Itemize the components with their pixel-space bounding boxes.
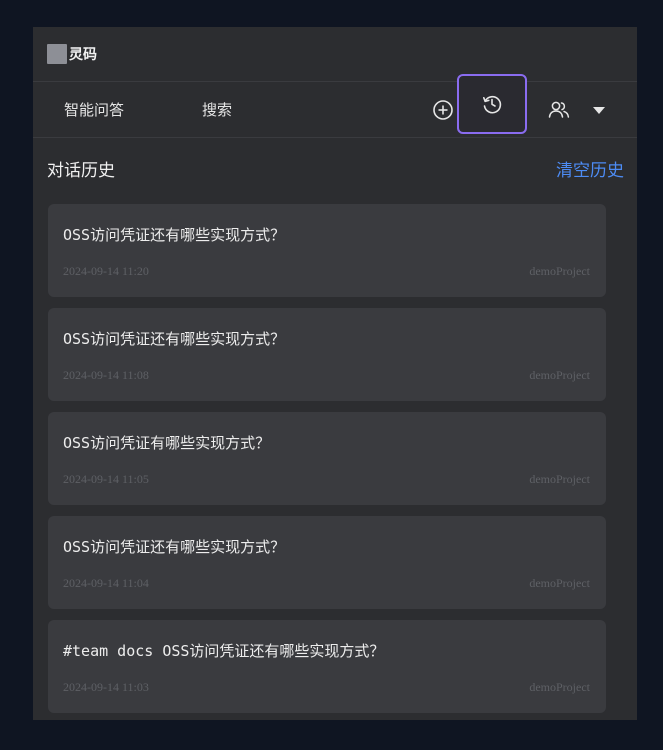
clear-history-link[interactable]: 清空历史 xyxy=(556,156,624,181)
item-time: 2024-09-14 11:03 xyxy=(63,680,149,694)
history-icon xyxy=(482,95,502,114)
list-item[interactable]: OSS访问凭证还有哪些实现方式？ 2024-09-14 11:04 demoPr… xyxy=(48,516,606,609)
item-project: demoProject xyxy=(529,680,590,694)
history-button[interactable] xyxy=(457,74,527,134)
users-icon xyxy=(548,101,570,118)
item-project: demoProject xyxy=(529,576,590,590)
item-time: 2024-09-14 11:05 xyxy=(63,472,149,486)
new-chat-button[interactable] xyxy=(431,98,455,122)
list-item[interactable]: OSS访问凭证还有哪些实现方式？ 2024-09-14 11:08 demoPr… xyxy=(48,308,606,401)
item-project: demoProject xyxy=(529,472,590,486)
team-dropdown[interactable] xyxy=(590,98,608,122)
item-question: OSS访问凭证还有哪些实现方式？ xyxy=(63,330,286,348)
tab-search[interactable]: 搜索 xyxy=(202,82,232,138)
item-project: demoProject xyxy=(529,264,590,278)
item-question: OSS访问凭证还有哪些实现方式？ xyxy=(63,538,286,556)
toolbar: 智能问答 搜索 xyxy=(33,74,637,138)
item-time: 2024-09-14 11:20 xyxy=(63,264,149,278)
history-header: 对话历史 清空历史 xyxy=(33,138,637,196)
team-button[interactable] xyxy=(547,98,571,122)
chat-panel: 灵码 智能问答 搜索 对话历史 清空历史 OSS访问凭证还有哪些实现方式？ 20… xyxy=(33,27,637,720)
app-title: 灵码 xyxy=(69,47,97,63)
tab-qa[interactable]: 智能问答 xyxy=(64,82,124,138)
history-list: OSS访问凭证还有哪些实现方式？ 2024-09-14 11:20 demoPr… xyxy=(48,204,606,720)
list-item[interactable]: #team docs OSS访问凭证还有哪些实现方式？ 2024-09-14 1… xyxy=(48,620,606,713)
item-question: OSS访问凭证还有哪些实现方式？ xyxy=(63,226,286,244)
item-question: OSS访问凭证有哪些实现方式？ xyxy=(63,434,271,452)
item-project: demoProject xyxy=(529,368,590,382)
chevron-down-icon xyxy=(593,106,605,114)
item-time: 2024-09-14 11:08 xyxy=(63,368,149,382)
title-bar: 灵码 xyxy=(33,27,637,82)
item-question: #team docs OSS访问凭证还有哪些实现方式？ xyxy=(63,642,385,660)
list-item[interactable]: OSS访问凭证有哪些实现方式？ 2024-09-14 11:05 demoPro… xyxy=(48,412,606,505)
history-title: 对话历史 xyxy=(47,161,115,181)
add-circle-icon xyxy=(433,100,453,120)
list-item[interactable]: OSS访问凭证还有哪些实现方式？ 2024-09-14 11:20 demoPr… xyxy=(48,204,606,297)
item-time: 2024-09-14 11:04 xyxy=(63,576,149,590)
logo-icon xyxy=(47,44,67,64)
